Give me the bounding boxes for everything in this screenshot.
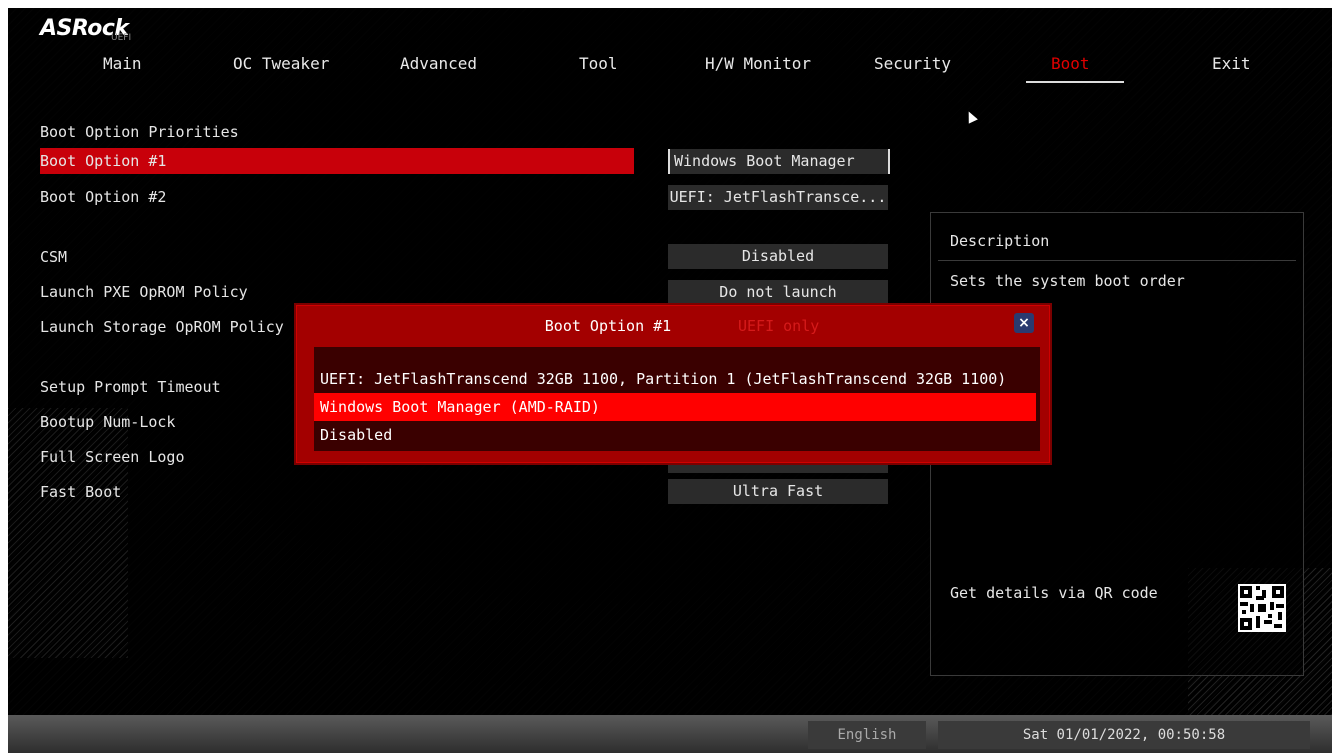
setting-launch-storage-oprom-policy[interactable]: Launch Storage OpROM Policy — [40, 314, 284, 340]
boot-option-2-value[interactable]: UEFI: JetFlashTransce... — [668, 185, 888, 210]
boot-option-1-value[interactable]: Windows Boot Manager ... — [668, 149, 890, 195]
setting-boot-option-2[interactable]: Boot Option #2 — [40, 184, 166, 210]
setting-setup-prompt-timeout[interactable]: Setup Prompt Timeout — [40, 374, 221, 400]
popup-option-jetflash[interactable]: UEFI: JetFlashTranscend 32GB 1100, Parti… — [314, 365, 1036, 393]
description-text: Sets the system boot order — [950, 272, 1185, 290]
tab-hw-monitor[interactable]: H/W Monitor — [705, 54, 811, 73]
launch-pxe-oprom-value[interactable]: Do not launch — [668, 280, 888, 305]
description-title: Description — [950, 232, 1050, 250]
qr-code-icon — [1238, 584, 1286, 632]
setting-csm[interactable]: CSM — [40, 244, 67, 270]
setting-full-screen-logo[interactable]: Full Screen Logo — [40, 444, 185, 470]
mouse-pointer-icon — [964, 109, 978, 124]
active-tab-underline — [1026, 81, 1124, 83]
language-button[interactable]: English — [808, 721, 926, 749]
setting-bootup-num-lock[interactable]: Bootup Num-Lock — [40, 409, 175, 435]
bios-screen: ASRock UEFI Main OC Tweaker Advanced Too… — [8, 8, 1332, 753]
qr-label: Get details via QR code — [950, 584, 1158, 602]
tab-tool[interactable]: Tool — [579, 54, 618, 73]
popup-option-windows-boot-manager[interactable]: Windows Boot Manager (AMD-RAID) — [314, 393, 1036, 421]
popup-title: Boot Option #1 — [544, 317, 672, 335]
tab-main[interactable]: Main — [103, 54, 142, 73]
uefi-logo-subtitle: UEFI — [111, 33, 132, 43]
tab-oc-tweaker[interactable]: OC Tweaker — [233, 54, 329, 73]
fast-boot-value[interactable]: Ultra Fast — [668, 479, 888, 504]
csm-value[interactable]: Disabled — [668, 244, 888, 269]
tab-boot[interactable]: Boot — [1051, 54, 1090, 73]
datetime-display: Sat 01/01/2022, 00:50:58 — [938, 721, 1310, 749]
popup-option-list: UEFI: JetFlashTranscend 32GB 1100, Parti… — [314, 347, 1040, 451]
setting-launch-pxe-oprom-policy[interactable]: Launch PXE OpROM Policy — [40, 279, 248, 305]
tab-exit[interactable]: Exit — [1212, 54, 1251, 73]
description-divider — [938, 260, 1296, 261]
section-title: Boot Option Priorities — [40, 123, 239, 141]
close-icon[interactable]: × — [1014, 313, 1034, 333]
tab-advanced[interactable]: Advanced — [400, 54, 477, 73]
setting-fast-boot[interactable]: Fast Boot — [40, 479, 121, 505]
popup-option-disabled[interactable]: Disabled — [314, 421, 1036, 449]
setting-boot-option-1[interactable]: Boot Option #1 — [40, 148, 634, 174]
tab-security[interactable]: Security — [874, 54, 951, 73]
